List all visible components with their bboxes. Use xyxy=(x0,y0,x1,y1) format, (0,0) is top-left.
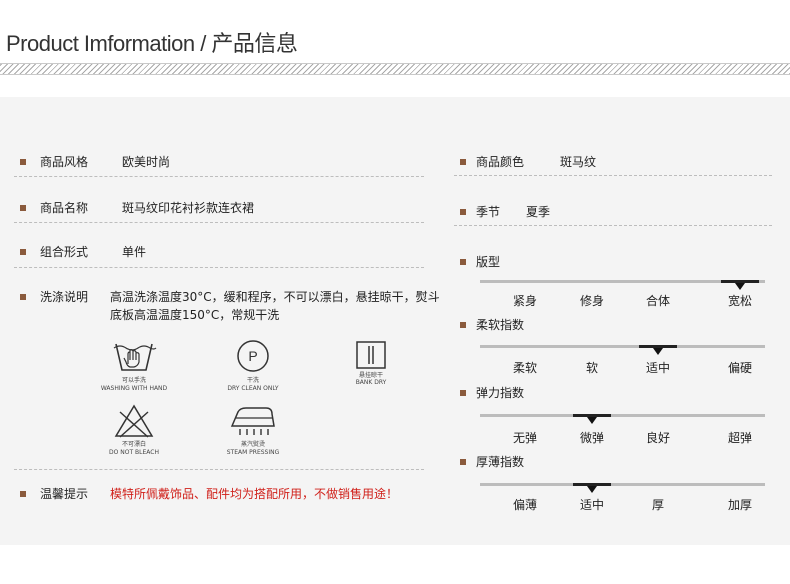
scale-track xyxy=(480,483,765,486)
scale-pointer-icon xyxy=(653,348,663,355)
wash-instructions: 高温洗涤温度30°C，缓和程序，不可以漂白，悬挂晾干，熨斗底板高温温度150°C… xyxy=(110,290,440,322)
attr-color: 商品颜色 斑马纹 xyxy=(460,153,596,170)
bullet-icon xyxy=(460,158,466,165)
attr-label: 商品风格 xyxy=(40,155,89,169)
attr-label: 商品颜色 xyxy=(476,155,525,169)
scale-option: 无弹 xyxy=(512,431,537,445)
attr-label: 洗涤说明 xyxy=(40,290,89,304)
attr-combo: 组合形式 单件 xyxy=(20,243,146,261)
bullet-icon xyxy=(20,491,26,497)
scale-label: 柔软指数 xyxy=(476,318,525,332)
bullet-icon xyxy=(460,208,466,215)
scale-option: 合体 xyxy=(645,294,670,308)
icon-caption-en: DO NOT BLEACH xyxy=(109,449,159,456)
scale-track xyxy=(480,414,765,417)
scale-option: 加厚 xyxy=(727,498,752,512)
scale-elasticity: 弹力指数 xyxy=(460,384,524,401)
attr-value: 夏季 xyxy=(526,205,551,219)
scale-option: 适中 xyxy=(579,498,604,512)
icon-caption-cn: 悬挂晾干 xyxy=(358,372,383,379)
icon-caption-en: STEAM PRESSING xyxy=(226,449,280,456)
divider xyxy=(14,267,424,268)
scale-option: 软 xyxy=(585,361,598,375)
scale-option: 修身 xyxy=(579,294,604,308)
bullet-icon xyxy=(20,249,26,255)
wash-symbol-steam: 蒸汽熨烫 STEAM PRESSING xyxy=(226,404,280,458)
attr-style: 商品风格 欧美时尚 xyxy=(20,153,170,171)
hang-dry-icon xyxy=(356,341,386,369)
scale-option: 偏硬 xyxy=(727,361,752,375)
bullet-icon xyxy=(460,389,466,396)
scale-softness: 柔软指数 xyxy=(460,316,524,333)
attr-label: 商品名称 xyxy=(40,201,89,215)
icon-caption-en: BANK DRY xyxy=(355,379,387,386)
svg-text:P: P xyxy=(248,348,257,364)
scale-option: 适中 xyxy=(645,361,670,375)
attr-value: 斑马纹 xyxy=(560,155,597,169)
divider xyxy=(454,225,772,226)
no-bleach-icon xyxy=(114,404,154,438)
attr-wash: 洗涤说明 高温洗涤温度30°C，缓和程序，不可以漂白，悬挂晾干，熨斗底板高温温度… xyxy=(20,288,450,324)
scale-label: 版型 xyxy=(476,255,501,269)
scale-option: 厚 xyxy=(651,498,664,512)
icon-caption-cn: 可以手洗 xyxy=(121,377,146,384)
scale-pointer-icon xyxy=(735,283,745,290)
scale-pointer-icon xyxy=(587,486,597,493)
header-hatch-divider xyxy=(0,63,790,75)
bullet-icon xyxy=(20,294,26,300)
divider xyxy=(454,175,772,176)
scale-option: 紧身 xyxy=(512,294,537,308)
icon-caption-cn: 干洗 xyxy=(246,377,259,384)
wash-symbol-hand: 可以手洗 WASHING WITH HAND xyxy=(101,340,167,394)
attr-season: 季节 夏季 xyxy=(460,203,550,220)
scale-option: 柔软 xyxy=(512,361,537,375)
attr-label: 季节 xyxy=(476,205,501,219)
bullet-icon xyxy=(20,159,26,165)
icon-caption-en: DRY CLEAN ONLY xyxy=(227,385,279,392)
attr-value: 斑马纹印花衬衫款连衣裙 xyxy=(122,201,255,215)
hand-wash-icon xyxy=(113,343,157,371)
scale-label: 弹力指数 xyxy=(476,386,525,400)
attr-notice: 温馨提示 模特所佩戴饰品、配件均为搭配所用，不做销售用途！ xyxy=(20,485,398,503)
wash-symbol-dryclean: P 干洗 DRY CLEAN ONLY xyxy=(227,340,279,394)
divider xyxy=(14,222,424,223)
attr-label: 组合形式 xyxy=(40,245,89,259)
scale-pointer-icon xyxy=(587,417,597,424)
scale-option: 偏薄 xyxy=(512,498,537,512)
bullet-icon xyxy=(460,258,466,265)
scale-option: 良好 xyxy=(645,431,670,445)
attr-value: 欧美时尚 xyxy=(122,155,171,169)
attr-name: 商品名称 斑马纹印花衬衫款连衣裙 xyxy=(20,199,254,217)
scale-option: 超弹 xyxy=(727,431,752,445)
icon-caption-cn: 蒸汽熨烫 xyxy=(240,441,265,448)
dry-clean-icon: P xyxy=(237,340,269,372)
scale-option: 宽松 xyxy=(727,294,752,308)
wash-symbol-nobleach: 不可漂白 DO NOT BLEACH xyxy=(108,404,160,458)
bullet-icon xyxy=(20,205,26,211)
scale-label: 厚薄指数 xyxy=(476,455,525,469)
scale-thickness: 厚薄指数 xyxy=(460,453,524,470)
notice-text: 模特所佩戴饰品、配件均为搭配所用，不做销售用途！ xyxy=(110,487,399,501)
divider xyxy=(14,176,424,177)
icon-caption-en: WASHING WITH HAND xyxy=(100,385,168,392)
scale-option: 微弹 xyxy=(579,431,604,445)
bullet-icon xyxy=(460,458,466,465)
scale-fit: 版型 xyxy=(460,253,500,270)
scale-track xyxy=(480,345,765,348)
divider xyxy=(14,469,424,470)
attr-label: 温馨提示 xyxy=(40,487,89,501)
icon-caption-cn: 不可漂白 xyxy=(121,441,146,448)
page-title: Product Imformation / 产品信息 xyxy=(6,31,298,56)
steam-iron-icon xyxy=(230,407,275,435)
attr-value: 单件 xyxy=(122,245,147,259)
bullet-icon xyxy=(460,321,466,328)
wash-symbol-hangdry: 悬挂晾干 BANK DRY xyxy=(350,340,392,388)
